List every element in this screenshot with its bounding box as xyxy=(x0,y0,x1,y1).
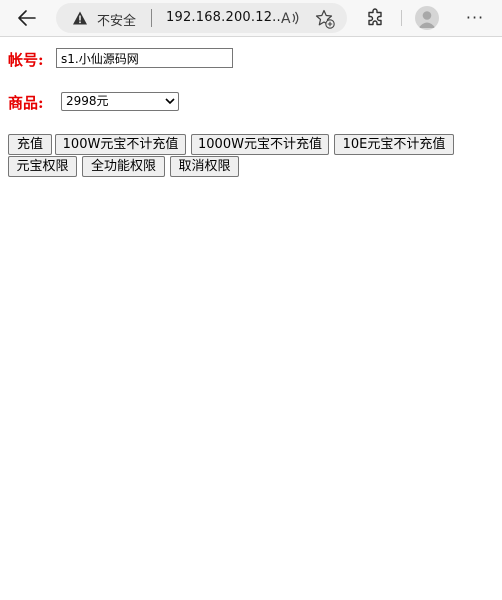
arrow-left-icon xyxy=(18,10,36,26)
more-icon[interactable]: ··· xyxy=(464,7,486,27)
yb-1000w-button[interactable]: 1000W元宝不计充值 xyxy=(191,134,329,155)
chevron-down-icon xyxy=(165,98,175,105)
product-select-value: 2998元 xyxy=(66,94,109,108)
profile-avatar-icon[interactable] xyxy=(415,6,439,30)
browser-toolbar: 不安全 192.168.200.12... A ··· xyxy=(0,0,502,37)
add-favorite-icon[interactable] xyxy=(315,9,335,29)
product-label: 商品: xyxy=(8,94,44,112)
warning-icon[interactable] xyxy=(72,10,88,26)
address-bar[interactable]: 不安全 192.168.200.12... A xyxy=(56,3,347,33)
yb-100w-button[interactable]: 100W元宝不计充值 xyxy=(55,134,186,155)
recharge-button[interactable]: 充值 xyxy=(8,134,52,155)
account-label: 帐号: xyxy=(8,51,44,69)
yb-permission-button[interactable]: 元宝权限 xyxy=(8,156,77,177)
full-permission-button[interactable]: 全功能权限 xyxy=(82,156,165,177)
yb-10e-button[interactable]: 10E元宝不计充值 xyxy=(334,134,454,155)
svg-text:A: A xyxy=(281,11,291,27)
toolbar-divider xyxy=(401,10,402,26)
read-aloud-icon[interactable]: A xyxy=(280,9,300,27)
product-select[interactable]: 2998元 xyxy=(61,92,179,111)
url-text[interactable]: 192.168.200.12... xyxy=(166,10,285,25)
extensions-icon[interactable] xyxy=(366,8,386,28)
account-input[interactable] xyxy=(56,48,233,68)
address-divider xyxy=(151,9,152,27)
security-label[interactable]: 不安全 xyxy=(97,10,136,29)
back-button[interactable] xyxy=(14,6,40,30)
cancel-permission-button[interactable]: 取消权限 xyxy=(170,156,239,177)
page-content: 帐号: 商品: 2998元 充值 100W元宝不计充值 1000W元宝不计充值 … xyxy=(0,37,502,600)
